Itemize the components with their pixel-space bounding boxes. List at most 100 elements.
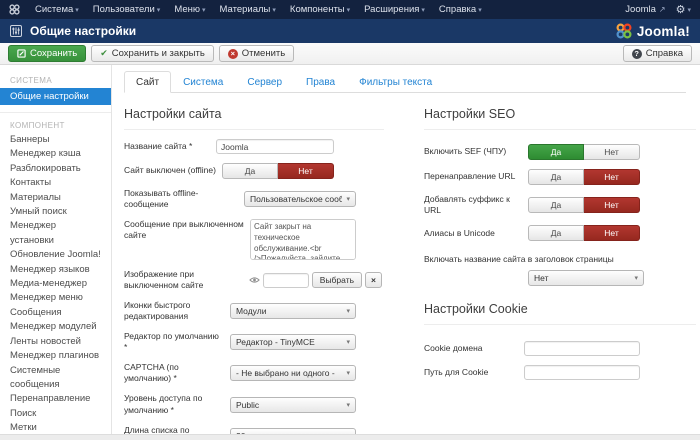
toggle-no-button[interactable]: Нет	[584, 144, 640, 160]
menu-label: Меню	[174, 4, 200, 15]
cookie-domain-input[interactable]	[524, 341, 640, 356]
select-value: Модули	[236, 306, 342, 316]
save-close-label: Сохранить и закрыть	[112, 48, 205, 59]
content-area: Сайт Система Сервер Права Фильтры текста…	[112, 65, 700, 440]
chevron-down-icon: ▾	[202, 7, 206, 14]
unicode-aliases-toggle: Да Нет	[528, 225, 640, 241]
chevron-down-icon: ▾	[75, 7, 79, 14]
sidebar-item-installer[interactable]: Менеджер установки	[0, 219, 111, 248]
offline-message-show-select[interactable]: Пользовательское сообщ... ▾	[244, 191, 356, 207]
select-image-button[interactable]: Выбрать	[312, 272, 362, 288]
menu-users[interactable]: Пользователи▾	[86, 4, 168, 15]
cookie-settings-heading: Настройки Cookie	[424, 302, 696, 325]
access-level-select[interactable]: Public ▾	[230, 397, 356, 413]
quick-icons-select[interactable]: Модули ▾	[230, 303, 356, 319]
field-row-editor: Редактор по умолчанию * Редактор - TinyM…	[124, 331, 384, 353]
select-value: - Не выбрано ни одного -	[236, 368, 342, 378]
joomla-admin-page: Система▾ Пользователи▾ Меню▾ Материалы▾ …	[0, 0, 700, 440]
tab-site[interactable]: Сайт	[124, 71, 171, 93]
chevron-down-icon: ▾	[346, 369, 350, 377]
eye-icon[interactable]	[249, 276, 260, 284]
menu-system[interactable]: Система▾	[28, 4, 86, 15]
sidebar-item-messages[interactable]: Сообщения	[0, 306, 111, 320]
config-tabs: Сайт Система Сервер Права Фильтры текста	[124, 71, 686, 93]
help-button[interactable]: ? Справка	[623, 45, 692, 62]
offline-message-textarea[interactable]: Сайт закрыт на техническое обслуживание.…	[250, 219, 356, 260]
sidebar-item-modules[interactable]: Менеджер модулей	[0, 320, 111, 334]
sidebar-item-languages[interactable]: Менеджер языков	[0, 263, 111, 277]
tab-system[interactable]: Система	[171, 71, 235, 93]
sidebar-item-global-config[interactable]: Общие настройки	[0, 88, 111, 105]
menu-help[interactable]: Справка▾	[432, 4, 489, 15]
tab-permissions[interactable]: Права	[294, 71, 347, 93]
site-settings-column: Настройки сайта Название сайта * Сайт вы…	[124, 107, 384, 440]
chevron-down-icon: ▾	[347, 7, 351, 14]
sidebar-item-cache[interactable]: Менеджер кэша	[0, 147, 111, 161]
editor-select[interactable]: Редактор - TinyMCE ▾	[230, 334, 356, 350]
sidebar-item-search[interactable]: Поиск	[0, 407, 111, 421]
menu-menus[interactable]: Меню▾	[167, 4, 212, 15]
page-bottom-strip	[0, 434, 700, 440]
view-site-link[interactable]: Joomla↗	[625, 4, 665, 15]
sidebar-item-content[interactable]: Материалы	[0, 191, 111, 205]
offline-image-label: Изображение при выключенном сайте	[124, 269, 249, 291]
external-link-icon: ↗	[659, 5, 666, 14]
cancel-label: Отменить	[242, 48, 285, 59]
chevron-down-icon: ▾	[346, 195, 350, 203]
sidebar-item-postinstall[interactable]: Системные сообщения	[0, 364, 111, 393]
cancel-button[interactable]: × Отменить	[219, 45, 294, 62]
toggle-yes-button[interactable]: Да	[528, 169, 584, 185]
sidebar-item-menus[interactable]: Менеджер меню	[0, 291, 111, 305]
field-row-site-name: Название сайта *	[124, 139, 384, 154]
toggle-yes-button[interactable]: Да	[222, 163, 278, 179]
sidebar-item-contacts[interactable]: Контакты	[0, 176, 111, 190]
toggle-no-button[interactable]: Нет	[584, 225, 640, 241]
sidebar-item-media[interactable]: Медиа-менеджер	[0, 277, 111, 291]
field-row-cookie-path: Путь для Cookie	[424, 365, 696, 380]
toggle-yes-button[interactable]: Да	[528, 144, 584, 160]
sidebar-header-component: КОМПОНЕНТ	[0, 119, 111, 133]
joomla-brand-icon	[616, 23, 632, 39]
menu-label: Компоненты	[290, 4, 345, 15]
cookie-path-input[interactable]	[524, 365, 640, 380]
toggle-no-button[interactable]: Нет	[584, 169, 640, 185]
save-close-button[interactable]: ✔ Сохранить и закрыть	[91, 45, 214, 62]
captcha-select[interactable]: - Не выбрано ни одного - ▾	[230, 365, 356, 381]
seo-settings-heading: Настройки SEO	[424, 107, 696, 130]
site-name-input[interactable]	[216, 139, 334, 154]
sidebar-divider	[0, 112, 111, 113]
tab-text-filters[interactable]: Фильтры текста	[347, 71, 444, 93]
seo-settings-column: Настройки SEO Включить SEF (ЧПУ) Да Нет …	[424, 107, 696, 440]
sidebar-header-system: СИСТЕМА	[0, 74, 111, 88]
sidebar-item-checkin[interactable]: Разблокировать	[0, 162, 111, 176]
help-label: Справка	[646, 48, 683, 59]
sidebar-item-plugins[interactable]: Менеджер плагинов	[0, 349, 111, 363]
sidebar-item-redirect[interactable]: Перенаправление	[0, 392, 111, 406]
sidebar-item-banners[interactable]: Баннеры	[0, 133, 111, 147]
sidebar-item-smart-search[interactable]: Умный поиск	[0, 205, 111, 219]
toggle-yes-button[interactable]: Да	[528, 225, 584, 241]
field-row-quick-icons: Иконки быстрого редактирования Модули ▾	[124, 300, 384, 322]
sef-toggle: Да Нет	[528, 144, 640, 160]
toggle-yes-button[interactable]: Да	[528, 197, 584, 213]
toggle-no-button[interactable]: Нет	[584, 197, 640, 213]
select-value: Public	[236, 400, 342, 410]
toggle-no-button[interactable]: Нет	[278, 163, 334, 179]
help-icon: ?	[632, 49, 642, 59]
save-button[interactable]: Сохранить	[8, 45, 86, 62]
gear-icon[interactable]: ⚙▾	[676, 3, 691, 16]
clear-image-button[interactable]: ×	[365, 272, 382, 288]
cookie-path-label: Путь для Cookie	[424, 367, 524, 378]
joomla-brand: Joomla!	[616, 23, 690, 39]
sitename-in-title-select[interactable]: Нет ▾	[528, 270, 644, 286]
cancel-icon: ×	[228, 49, 238, 59]
menu-extensions[interactable]: Расширения▾	[357, 4, 432, 15]
tab-server[interactable]: Сервер	[235, 71, 294, 93]
menu-content[interactable]: Материалы▾	[213, 4, 283, 15]
menu-components[interactable]: Компоненты▾	[283, 4, 357, 15]
sidebar-item-newsfeeds[interactable]: Ленты новостей	[0, 335, 111, 349]
field-row-sef: Включить SEF (ЧПУ) Да Нет	[424, 144, 696, 160]
offline-image-input[interactable]	[263, 273, 309, 288]
sidebar-item-joomla-update[interactable]: Обновление Joomla!	[0, 248, 111, 262]
menu-label: Материалы	[220, 4, 271, 15]
